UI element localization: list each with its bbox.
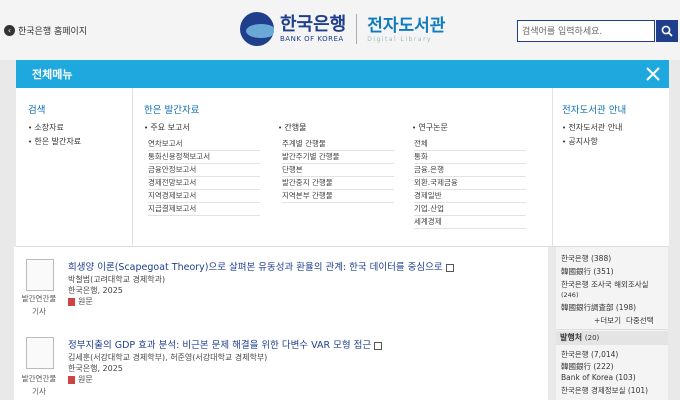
home-link[interactable]: ‹ 한국은행 홈페이지 <box>4 24 87 37</box>
result-authors: 김세훈(서강대학교 경제학부), 허준영(서강대학교 경제학부) <box>68 353 268 362</box>
facet-publisher-header[interactable]: 발행처 (20) <box>556 331 668 345</box>
result-thumbnail[interactable] <box>26 337 54 369</box>
library-subtitle: Digital Library <box>367 35 433 43</box>
menu-publications-title[interactable]: 한은 발간자료 <box>144 102 199 116</box>
more-link[interactable]: +더보기 <box>594 315 621 326</box>
logo-title: 한국은행 <box>280 14 347 35</box>
library-title: 전자도서관 <box>367 15 446 36</box>
search-input[interactable]: 검색어를 입력하세요. <box>517 20 655 42</box>
facet-option[interactable]: 韓國銀行 (222) <box>561 361 614 372</box>
external-link-icon <box>374 341 383 350</box>
result-title-link[interactable]: 정부지출의 GDP 효과 분석: 비근본 문제 해결을 위한 다변수 VAR 모… <box>68 337 383 351</box>
facet-option[interactable]: Bank of Korea (103) <box>561 373 636 382</box>
result-type-label: 기사 <box>32 387 46 396</box>
menu-group-periodicals[interactable]: 간행물 <box>278 122 306 133</box>
external-link-icon <box>445 263 454 272</box>
logo-subtitle: BANK OF KOREA <box>280 35 344 43</box>
full-menu-title: 전체메뉴 <box>32 68 73 81</box>
pdf-icon <box>68 297 75 306</box>
bank-logo-icon <box>240 12 274 46</box>
menu-item-bok-publications[interactable]: 한은 발간자료 <box>28 136 81 147</box>
menu-subitem[interactable]: 경제전망보고서 <box>148 177 260 190</box>
original-text-link[interactable]: 원문 <box>68 296 93 307</box>
menu-subitem[interactable]: 전체 <box>414 138 526 151</box>
menu-subitem[interactable]: 지급결제보고서 <box>148 203 260 216</box>
result-type-label: 발간연간물 <box>21 374 57 383</box>
full-menu-panel: 검색 소장자료 한은 발간자료 한은 발간자료 주요 보고서 연차보고서 통화신… <box>16 88 669 247</box>
result-title-link[interactable]: 희생양 이론(Scapegoat Theory)으로 살펴본 유동성과 환율의 … <box>68 259 454 273</box>
home-link-label: 한국은행 홈페이지 <box>18 27 88 37</box>
result-thumbnail[interactable] <box>26 259 54 291</box>
close-icon[interactable] <box>643 64 663 84</box>
menu-subitem[interactable]: 기업.산업 <box>414 203 526 216</box>
menu-library-info-title[interactable]: 전자도서관 안내 <box>562 102 626 116</box>
menu-subitem[interactable]: 통화신용정책보고서 <box>148 151 260 164</box>
menu-subitem[interactable]: 연차보고서 <box>148 138 260 151</box>
menu-subitem[interactable]: 단행본 <box>282 164 394 177</box>
facet-option-count: (246) <box>561 291 579 299</box>
pdf-icon <box>68 375 75 384</box>
logo[interactable]: 한국은행 BANK OF KOREA 전자도서관 Digital Library <box>240 12 445 46</box>
menu-group-major-reports[interactable]: 주요 보고서 <box>144 122 189 133</box>
result-type-label: 기사 <box>32 307 46 316</box>
menu-subitem[interactable]: 발간중지 간행물 <box>282 177 394 190</box>
menu-subitem[interactable]: 금융.은행 <box>414 164 526 177</box>
chevron-left-icon: ‹ <box>4 25 15 36</box>
menu-subitem[interactable]: 주계별 간행물 <box>282 138 394 151</box>
menu-subitem[interactable]: 경제일반 <box>414 190 526 203</box>
menu-group-research-papers[interactable]: 연구논문 <box>412 122 447 133</box>
column-divider <box>132 88 133 246</box>
result-publisher: 한국은행, 2025 <box>68 364 123 373</box>
facet-option[interactable]: 한국은행 조사국 해외조사실 <box>561 279 649 290</box>
column-divider <box>552 88 553 246</box>
original-text-label: 원문 <box>78 297 93 306</box>
menu-subitem[interactable]: 지역경제보고서 <box>148 190 260 203</box>
facet-sidebar: 한국은행 (388) 韓國銀行 (351) 한국은행 조사국 해외조사실 (24… <box>556 247 668 400</box>
full-menu-bar: 전체메뉴 <box>16 60 669 88</box>
result-title: 정부지출의 GDP 효과 분석: 비근본 문제 해결을 위한 다변수 VAR 모… <box>68 340 372 351</box>
facet-divider <box>556 329 668 330</box>
facet-publisher-count: (20) <box>584 334 600 342</box>
menu-subitem[interactable]: 금융안정보고서 <box>148 164 260 177</box>
menu-subitem[interactable]: 통화 <box>414 151 526 164</box>
result-authors: 박철범(고려대학교 경제학과) <box>68 275 166 284</box>
menu-subitem[interactable]: 외환.국제금융 <box>414 177 526 190</box>
facet-option[interactable]: 韓國銀行 (351) <box>561 266 614 277</box>
original-text-label: 원문 <box>78 375 93 384</box>
result-title: 희생양 이론(Scapegoat Theory)으로 살펴본 유동성과 환율의 … <box>68 262 443 273</box>
facet-option[interactable]: 한국은행 (7,014) <box>561 349 618 360</box>
result-type-label: 발간연간물 <box>21 294 57 303</box>
menu-item-holdings[interactable]: 소장자료 <box>28 122 63 133</box>
facet-option[interactable]: 한국은행 경제정보실 (101) <box>561 385 648 396</box>
search-results: 발간연간물 기사 희생양 이론(Scapegoat Theory)으로 살펴본 … <box>14 247 548 400</box>
facet-option[interactable]: 한국은행 (388) <box>561 253 611 264</box>
facet-publisher-title: 발행처 <box>560 333 583 342</box>
menu-subitem[interactable]: 세계경제 <box>414 216 526 229</box>
facet-option[interactable]: 韓國銀行調査部 (198) <box>561 302 636 313</box>
search-icon <box>661 25 673 37</box>
menu-subitem[interactable]: 발간주기별 간행물 <box>282 151 394 164</box>
logo-divider <box>356 14 358 44</box>
menu-item-notices[interactable]: 공지사항 <box>562 136 597 147</box>
menu-subitem[interactable]: 지역본부 간행물 <box>282 190 394 203</box>
result-publisher: 한국은행, 2025 <box>68 286 123 295</box>
original-text-link[interactable]: 원문 <box>68 374 93 385</box>
menu-search-title[interactable]: 검색 <box>28 102 45 116</box>
header: ‹ 한국은행 홈페이지 한국은행 BANK OF KOREA 전자도서관 Dig… <box>0 0 680 60</box>
multi-select-link[interactable]: 다중선택 <box>626 315 654 326</box>
search-button[interactable] <box>656 20 678 42</box>
menu-item-library-info[interactable]: 전자도서관 안내 <box>562 122 622 133</box>
